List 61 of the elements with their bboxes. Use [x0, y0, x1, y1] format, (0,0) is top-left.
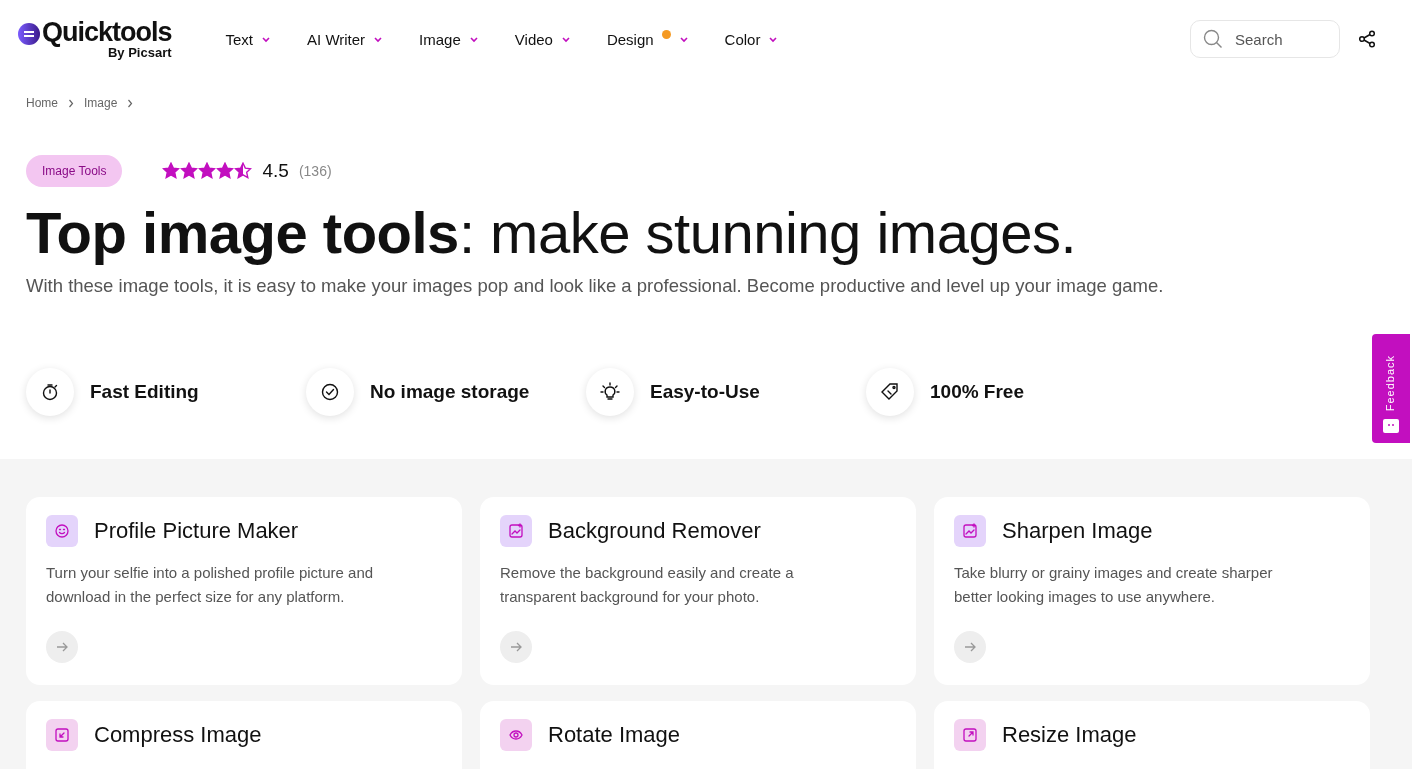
- tool-card[interactable]: Sharpen Image Take blurry or grainy images and create sharper better looking images to use anywhere.: [934, 496, 1370, 685]
- logo-subtitle: By Picsart: [107, 46, 172, 59]
- feature-label: Fast Editing: [90, 380, 199, 403]
- chevron-right-icon: [68, 98, 74, 108]
- chevron-down-icon: [261, 35, 272, 43]
- star-icon: [180, 162, 199, 180]
- page-title: Top image tools: make stunning images.: [26, 201, 1078, 265]
- card-description: Turn your selfie into a polished profile picture and download in the perfect size for any platform.: [46, 562, 375, 607]
- star-icon: [216, 162, 235, 180]
- feedback-button[interactable]: Feedback: [1372, 334, 1410, 443]
- card-description: Take blurry or grainy images and create sharper better looking images to use anywhere.: [954, 562, 1274, 607]
- chevron-down-icon: [768, 35, 779, 43]
- nav-menu-item[interactable]: Video: [496, 30, 589, 48]
- card-title: Rotate Image: [548, 721, 681, 748]
- arrow-button[interactable]: [46, 630, 78, 663]
- chat-icon: [1383, 419, 1399, 433]
- search-field[interactable]: Search: [1190, 20, 1340, 58]
- chevron-down-icon: [468, 35, 479, 43]
- arrow-button[interactable]: [500, 630, 532, 663]
- tool-card[interactable]: Resize Image: [934, 700, 1370, 769]
- logo-text[interactable]: Quicktools: [42, 19, 172, 46]
- nav-menu-item[interactable]: Color: [706, 30, 797, 48]
- stopwatch-icon: [26, 367, 74, 416]
- arrow-button[interactable]: [954, 630, 986, 663]
- star-icon: [198, 162, 217, 180]
- feature-label: No image storage: [370, 380, 530, 403]
- search-icon: [1203, 29, 1223, 49]
- category-tag[interactable]: Image Tools: [26, 155, 123, 187]
- feature-label: 100% Free: [930, 380, 1024, 403]
- rating-count: (136): [298, 163, 332, 179]
- check-icon: [306, 367, 354, 416]
- breadcrumb-link[interactable]: Image: [84, 96, 118, 110]
- tool-card[interactable]: Profile Picture Maker Turn your selfie into a polished profile picture and download in the perfect size for any platform.: [26, 496, 462, 685]
- breadcrumb-link[interactable]: Home: [26, 96, 58, 110]
- card-description: Remove the background easily and create a transparent background for your photo.: [500, 562, 795, 607]
- chevron-down-icon: [678, 35, 689, 43]
- card-title: Compress Image: [94, 721, 262, 748]
- star-icon: [162, 162, 181, 180]
- rating-value: 4.5: [262, 160, 289, 182]
- share-icon[interactable]: [1358, 30, 1376, 48]
- search-placeholder: Search: [1235, 30, 1283, 48]
- feature-label: Easy-to-Use: [650, 380, 760, 403]
- card-title: Sharpen Image: [1002, 517, 1153, 544]
- bulb-icon: [586, 367, 634, 416]
- tag-icon: [866, 367, 914, 416]
- nav-menu-item[interactable]: Image: [401, 30, 497, 48]
- logo-icon: [18, 23, 40, 45]
- card-title: Resize Image: [1002, 721, 1137, 748]
- nav-menu-item[interactable]: AI Writer: [289, 30, 402, 48]
- chevron-down-icon: [373, 35, 384, 43]
- tool-card[interactable]: Compress Image: [26, 700, 462, 769]
- card-title: Background Remover: [548, 517, 761, 544]
- tool-card[interactable]: Background Remover Remove the background easily and create a transparent background for your photo.: [480, 496, 916, 685]
- tool-card[interactable]: Rotate Image: [480, 700, 916, 769]
- chevron-down-icon: [560, 35, 571, 43]
- star-icon: [234, 162, 253, 180]
- nav-menu-item[interactable]: Text: [207, 30, 290, 48]
- chevron-right-icon: [127, 98, 134, 108]
- page-subtitle: With these image tools, it is easy to make your images pop and look like a professional. Become productive and level up your image game.: [26, 274, 1165, 297]
- nav-menu-item[interactable]: Design: [588, 30, 707, 48]
- card-title: Profile Picture Maker: [94, 517, 299, 544]
